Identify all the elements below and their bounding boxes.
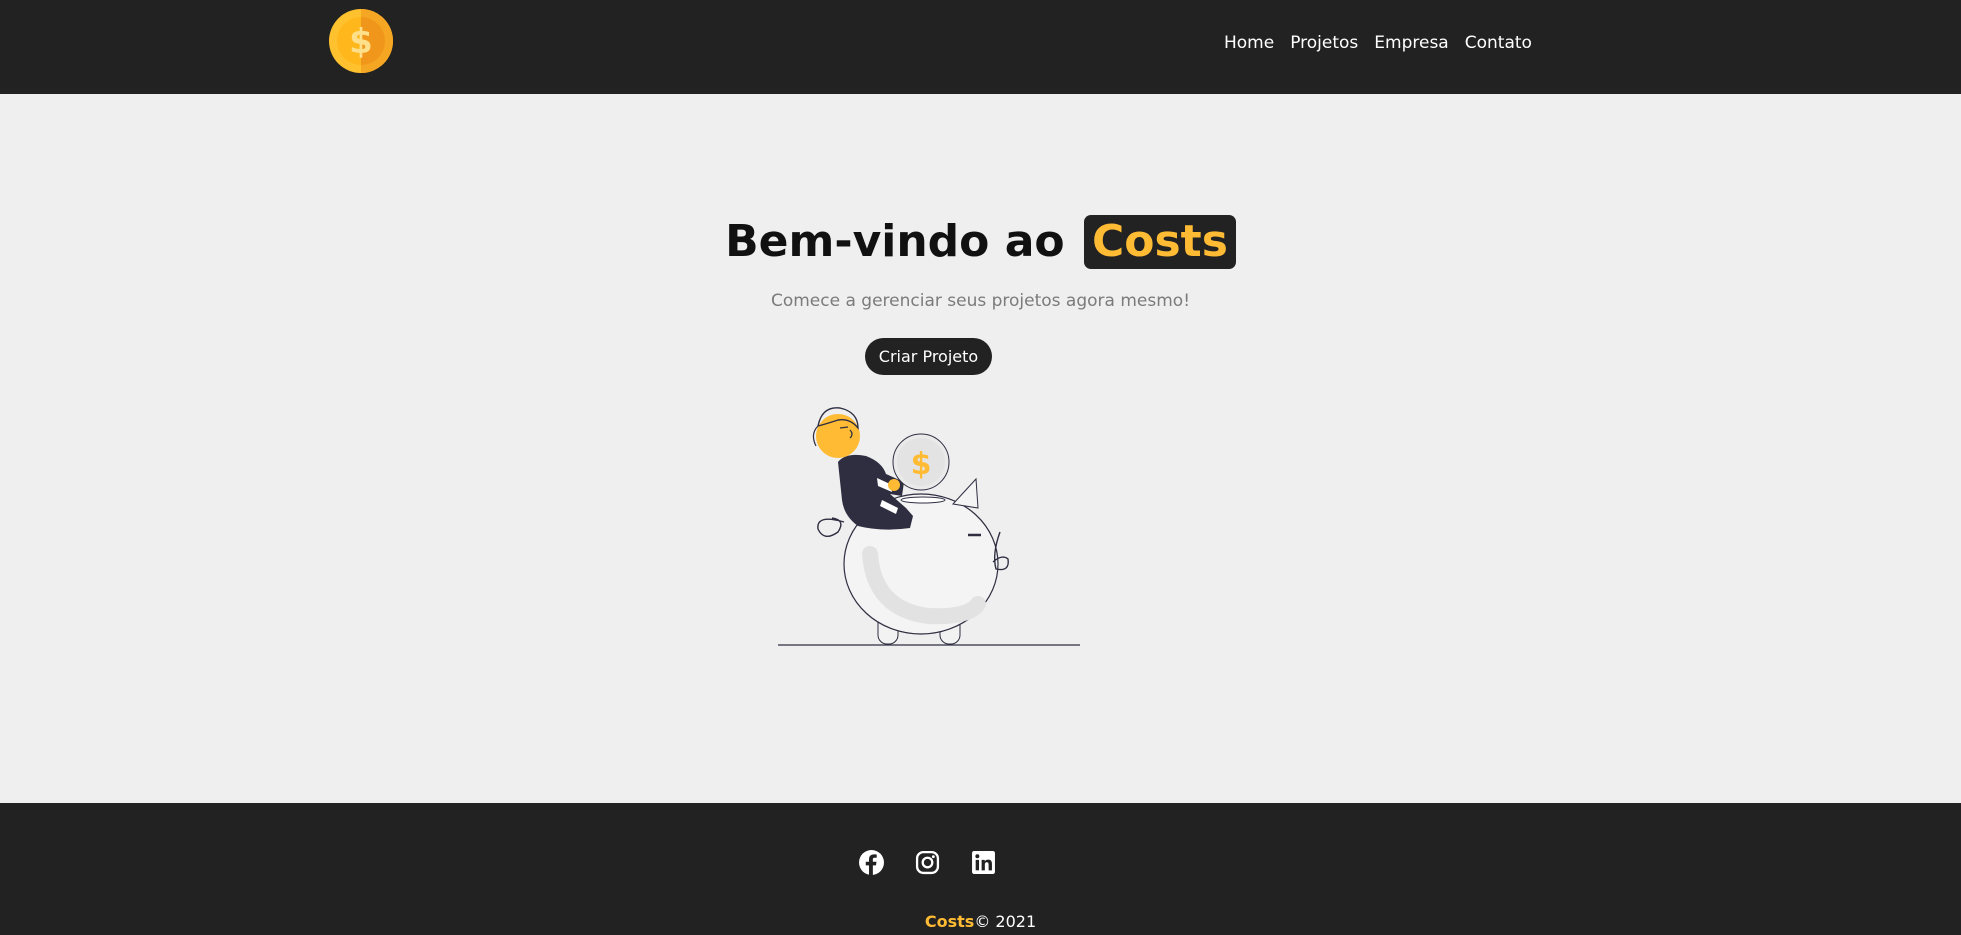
copyright-text: © 2021 bbox=[974, 912, 1037, 931]
footer: Costs© 2021 bbox=[0, 803, 1961, 935]
title-brand-badge: Costs bbox=[1083, 215, 1236, 269]
piggy-bank-illustration: $ bbox=[778, 404, 1080, 648]
page-title: Bem-vindo ao Costs bbox=[0, 215, 1961, 269]
facebook-icon[interactable] bbox=[859, 850, 884, 875]
svg-text:$: $ bbox=[349, 22, 373, 62]
title-prefix: Bem-vindo ao bbox=[725, 216, 1065, 267]
page-subtitle: Comece a gerenciar seus projetos agora m… bbox=[770, 291, 1191, 311]
svg-text:$: $ bbox=[911, 447, 932, 482]
navbar: $ Home Projetos Empresa Contato bbox=[0, 0, 1961, 94]
coin-logo-icon[interactable]: $ bbox=[329, 9, 393, 73]
nav-link-empresa[interactable]: Empresa bbox=[1374, 31, 1448, 55]
instagram-icon[interactable] bbox=[915, 850, 940, 875]
nav-link-contato[interactable]: Contato bbox=[1465, 31, 1532, 55]
nav-link-home[interactable]: Home bbox=[1224, 31, 1274, 55]
linkedin-icon[interactable] bbox=[971, 850, 996, 875]
nav-links: Home Projetos Empresa Contato bbox=[1224, 31, 1532, 55]
copyright: Costs© 2021 bbox=[0, 912, 1961, 931]
copyright-brand: Costs bbox=[924, 912, 975, 931]
create-project-button[interactable]: Criar Projeto bbox=[865, 338, 992, 375]
home-section: Bem-vindo ao Costs Comece a gerenciar se… bbox=[0, 94, 1961, 803]
nav-link-projetos[interactable]: Projetos bbox=[1290, 31, 1358, 55]
social-links bbox=[859, 850, 996, 875]
